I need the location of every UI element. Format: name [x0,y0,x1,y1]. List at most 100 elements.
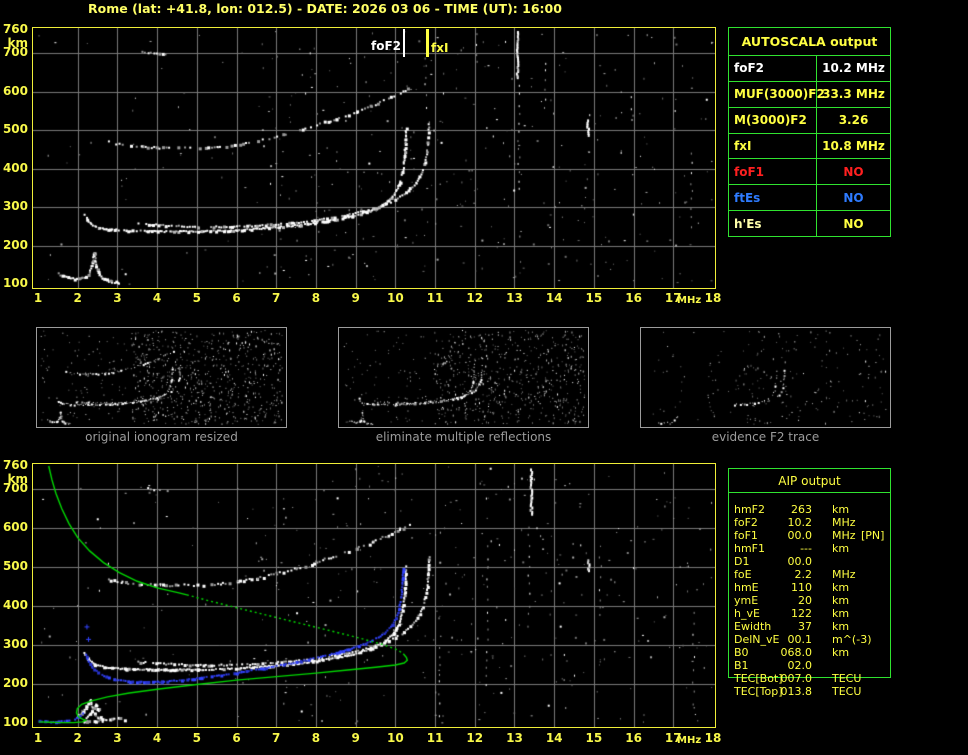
freq-tick-label: 7 [272,731,281,745]
aip-cell: 02.0 [787,659,813,672]
freq-tick-label: 4 [152,291,162,305]
freq-tick-label: 2 [73,731,82,745]
aip-cell: 068.0 [780,646,813,659]
thumbnail-evidence-canvas [641,328,890,427]
aip-cell: 37 [798,620,812,633]
freq-axis-unit: MHz [677,295,702,306]
aip-cell: MHz [832,529,856,542]
fxi-marker-line [426,29,430,57]
aip-row-foe: foE 2.2 MHz [728,568,891,581]
autoscala-row-value: NO [843,190,864,205]
autoscala-row-h-es: h'Es NO [729,210,890,237]
aip-cell: km [832,620,850,633]
freq-tick-label: 6 [232,291,241,305]
aip-cell: D1 [734,555,750,568]
freq-tick-label: 16 [625,731,642,745]
freq-tick-label: 11 [426,731,444,745]
freq-tick-label: 12 [466,291,484,305]
freq-tick-label: 16 [625,291,642,305]
aip-cell: km [832,581,850,594]
autoscala-row-label: M(3000)F2 [729,107,817,133]
height-tick-label: 600 [2,520,28,535]
aip-cell: 263 [791,503,812,516]
thumbnail-caption-eliminate: eliminate multiple reflections [375,430,552,444]
thumbnail-original-ionogram [36,327,287,428]
aip-cell: --- [800,542,812,555]
thumbnail-evidence-f2 [640,327,891,428]
autoscala-row-fof2: foF2 10.2 MHz [729,56,890,81]
freq-tick-label: 18 [704,291,722,305]
fof2-marker-label: foF2 [370,39,401,53]
aip-cell: hmE [734,581,759,594]
aip-cell: 2.2 [794,568,813,581]
freq-tick-label: 14 [545,291,563,305]
autoscala-row-value: NO [843,164,864,179]
thumbnail-caption-evidence: evidence F2 trace [711,430,820,444]
freq-tick-label: 9 [351,291,360,305]
aip-row-hmf2: hmF2 263 km [728,503,891,516]
aip-cell: MHz [832,568,856,581]
freq-tick-label: 15 [585,291,603,305]
height-tick-label: 300 [2,637,28,652]
aip-cell: B1 [734,659,749,672]
height-tick-label: 100 [2,715,28,729]
freq-tick-label: 8 [311,291,321,305]
aip-cell: 20 [798,594,812,607]
height-axis-unit: km [7,472,28,486]
freq-tick-label: 8 [311,731,321,745]
aip-cell: 00.0 [787,555,813,568]
height-tick-label: 500 [2,559,28,574]
aip-row-d1: D1 00.0 [728,555,891,568]
autoscala-row-fof1: foF1 NO [729,158,890,185]
aip-cell: TECU [832,685,862,698]
top-ionogram-plot: foF2 fxI [32,27,716,289]
freq-tick-label: 15 [585,731,603,745]
freq-tick-label: 7 [272,291,281,305]
freq-tick-label: 1 [33,291,43,305]
height-tick-label: 100 [2,276,28,290]
height-axis-unit: km [7,36,28,50]
aip-cell: foF2 [734,516,758,529]
aip-cell: 013.8 [780,685,813,698]
aip-cell: TECU [832,672,862,685]
aip-cell: km [832,542,850,555]
autoscala-table-rows: foF2 10.2 MHz MUF(3000)F2 33.3 MHz M(3000)F2… [729,56,890,237]
freq-tick-label: 3 [113,731,122,745]
freq-tick-label: 3 [113,291,122,305]
thumbnail-eliminate-reflections [338,327,589,428]
freq-tick-label: 14 [545,731,563,745]
aip-cell: 007.0 [780,672,813,685]
aip-row-b1: B1 02.0 [728,659,891,672]
freq-tick-label: 10 [386,291,404,305]
height-tick-label: 500 [2,122,28,137]
freq-tick-label: 5 [192,291,201,305]
freq-tick-label: 5 [192,731,201,745]
aip-cell: foE [734,568,752,581]
autoscala-row-muf-3000-f2: MUF(3000)F2 33.3 MHz [729,80,890,107]
autoscala-row-label: foF1 [729,159,817,185]
autoscala-table-title: AUTOSCALA output [729,28,890,56]
aip-cell: hmF1 [734,542,766,555]
height-tick-label: 760 [2,22,28,36]
aip-cell: ymE [734,594,759,607]
aip-row-h-ve: h_vE 122 km [728,607,891,620]
freq-tick-label: 11 [426,291,444,305]
aip-cell: MHz [832,516,856,529]
aip-cell: km [832,646,850,659]
fof2-marker-line [403,29,406,57]
autoscala-row-fxi: fxI 10.8 MHz [729,132,890,159]
aip-cell: foF1 [734,529,758,542]
aip-cell: km [832,503,850,516]
freq-tick-label: 2 [73,291,82,305]
bottom-ionogram-canvas [33,464,715,727]
page-title: Rome (lat: +41.8, lon: 012.5) - DATE: 20… [88,1,562,16]
aip-cell: km [832,607,850,620]
aip-row-tec-bot-: TEC[Bot] 007.0 TECU [728,672,891,685]
aip-row-b0: B0 068.0 km [728,646,891,659]
freq-tick-label: 13 [506,291,523,305]
aip-cell: 110 [791,581,812,594]
autoscala-row-ftes: ftEs NO [729,184,890,211]
thumbnail-caption-original: original ionogram resized [85,430,238,444]
autoscala-row-value: 33.3 MHz [822,87,885,102]
aip-row-hme: hmE 110 km [728,581,891,594]
